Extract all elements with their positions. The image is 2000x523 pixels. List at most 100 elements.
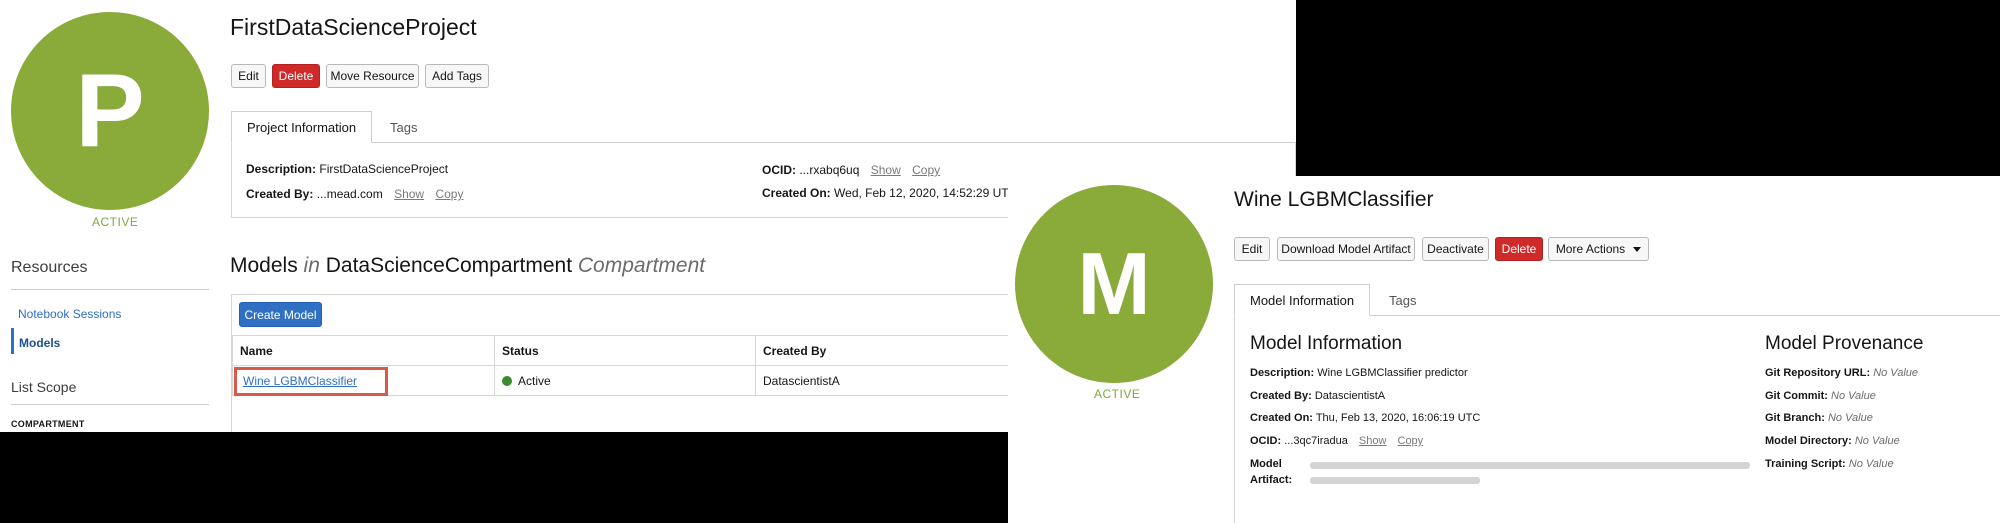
git-repository-url-label: Git Repository URL: [1765, 367, 1871, 379]
resources-divider [11, 289, 209, 290]
model-ocid-label: OCID: [1250, 435, 1282, 447]
model-created-by-label: Created By: [1250, 390, 1312, 402]
git-branch-value: No Value [1827, 412, 1873, 424]
model-directory-value: No Value [1854, 435, 1900, 447]
delete-button[interactable]: Delete [272, 64, 320, 88]
project-created-on: Created On: Wed, Feb 12, 2020, 14:52:29 … [762, 186, 1017, 200]
model-created-by-value: DatascientistA [1314, 390, 1386, 402]
sidebar-item-notebook-sessions[interactable]: Notebook Sessions [18, 307, 121, 321]
resources-heading: Resources [11, 259, 88, 276]
models-title-main: Models [230, 254, 298, 277]
models-compartment-word: Compartment [577, 254, 706, 277]
tab-model-information-label: Model Information [1250, 292, 1355, 308]
model-directory: Model Directory: No Value [1765, 435, 1900, 447]
column-header-created-by[interactable]: Created By [755, 335, 1016, 366]
list-scope-divider [11, 404, 209, 405]
model-artifact-blurred-line1 [1310, 462, 1750, 469]
model-ocid-show-link[interactable]: Show [1359, 435, 1387, 447]
model-description-label: Description: [1250, 367, 1315, 379]
top-right-mask [1296, 0, 2000, 176]
tab-model-tags[interactable]: Tags [1374, 284, 1431, 316]
models-table-header: Name Status Created By [232, 335, 1016, 366]
model-avatar-letter: M [1077, 234, 1151, 333]
project-avatar: P [11, 12, 209, 210]
project-avatar-letter: P [75, 52, 145, 169]
model-created-on-value: Thu, Feb 13, 2020, 16:06:19 UTC [1315, 412, 1481, 424]
model-panel-left-border [1234, 315, 1235, 523]
project-status: ACTIVE [92, 215, 139, 229]
git-branch: Git Branch: No Value [1765, 412, 1873, 424]
git-commit: Git Commit: No Value [1765, 390, 1876, 402]
project-created-on-value: Wed, Feb 12, 2020, 14:52:29 UTC [834, 186, 1018, 200]
project-created-by: Created By: ...mead.com Show Copy [246, 187, 463, 201]
project-ocid-label: OCID: [762, 163, 796, 177]
models-section-title: Models in DataScienceCompartment Compart… [230, 254, 705, 278]
project-created-by-label: Created By: [246, 187, 314, 201]
list-scope-heading: List Scope [11, 379, 77, 395]
model-ocid: OCID: ...3qc7iradua Show Copy [1250, 435, 1423, 447]
active-status-dot-icon [502, 375, 512, 386]
models-compartment-name: DataScienceCompartment [325, 254, 573, 277]
project-ocid-value: ...rxabq6uq [799, 163, 860, 177]
model-artifact-blurred-line2 [1310, 477, 1480, 484]
model-ocid-value: ...3qc7iradua [1284, 435, 1348, 447]
add-tags-button[interactable]: Add Tags [425, 64, 489, 88]
git-commit-label: Git Commit: [1765, 390, 1828, 402]
model-created-on: Created On: Thu, Feb 13, 2020, 16:06:19 … [1250, 412, 1480, 424]
project-description-value: FirstDataScienceProject [319, 162, 449, 176]
model-created-on-label: Created On: [1250, 412, 1313, 424]
training-script-value: No Value [1848, 458, 1894, 470]
training-script: Training Script: No Value [1765, 458, 1894, 470]
git-repository-url: Git Repository URL: No Value [1765, 367, 1918, 379]
download-model-artifact-button[interactable]: Download Model Artifact [1277, 237, 1415, 261]
model-edit-button[interactable]: Edit [1234, 237, 1270, 261]
project-created-on-label: Created On: [762, 186, 831, 200]
tab-project-tags-label: Tags [390, 119, 418, 135]
model-title: Wine LGBMClassifier [1234, 188, 1434, 211]
project-ocid-show-link[interactable]: Show [871, 163, 901, 177]
project-ocid: OCID: ...rxabq6uq Show Copy [762, 163, 940, 177]
models-title-in: in [303, 254, 320, 277]
more-actions-button[interactable]: More Actions [1548, 237, 1649, 261]
deactivate-button[interactable]: Deactivate [1422, 237, 1489, 261]
tab-project-information[interactable]: Project Information [231, 111, 373, 143]
sidebar-active-indicator [11, 328, 14, 354]
git-branch-label: Git Branch: [1765, 412, 1825, 424]
tab-project-information-label: Project Information [247, 119, 357, 135]
git-repository-url-value: No Value [1873, 367, 1919, 379]
create-model-button[interactable]: Create Model [239, 302, 322, 327]
tab-project-tags[interactable]: Tags [375, 111, 432, 143]
model-status-text: Active [518, 373, 551, 388]
model-provenance-heading: Model Provenance [1765, 333, 1924, 354]
model-created-by: Created By: DatascientistA [1250, 390, 1385, 402]
project-description: Description: FirstDataScienceProject [246, 162, 448, 176]
move-resource-button[interactable]: Move Resource [326, 64, 419, 88]
model-ocid-copy-link[interactable]: Copy [1398, 435, 1424, 447]
edit-button[interactable]: Edit [231, 64, 266, 88]
project-created-by-show-link[interactable]: Show [394, 187, 424, 201]
sidebar-item-models[interactable]: Models [19, 336, 60, 350]
compartment-label: COMPARTMENT [11, 419, 85, 429]
bottom-left-mask [0, 432, 1008, 523]
model-avatar: M [1015, 185, 1213, 383]
git-commit-value: No Value [1831, 390, 1876, 402]
model-status: ACTIVE [1094, 387, 1141, 401]
project-created-by-copy-link[interactable]: Copy [435, 187, 463, 201]
model-link-highlight [234, 367, 388, 396]
tab-model-information[interactable]: Model Information [1234, 284, 1371, 316]
training-script-label: Training Script: [1765, 458, 1846, 470]
model-created-by-text: DatascientistA [763, 373, 840, 388]
project-description-label: Description: [246, 162, 317, 176]
column-header-name[interactable]: Name [232, 335, 495, 366]
project-ocid-copy-link[interactable]: Copy [912, 163, 940, 177]
model-directory-label: Model Directory: [1765, 435, 1852, 447]
model-artifact-label-line1: Model [1250, 458, 1282, 470]
model-created-by-cell: DatascientistA [755, 365, 1016, 396]
column-header-status[interactable]: Status [494, 335, 756, 366]
project-created-by-value: ...mead.com [316, 187, 383, 201]
model-delete-button[interactable]: Delete [1495, 237, 1543, 261]
model-status-cell: Active [494, 365, 756, 396]
more-actions-label: More Actions [1555, 242, 1626, 256]
model-description: Description: Wine LGBMClassifier predict… [1250, 367, 1468, 379]
tab-model-tags-label: Tags [1389, 292, 1417, 308]
